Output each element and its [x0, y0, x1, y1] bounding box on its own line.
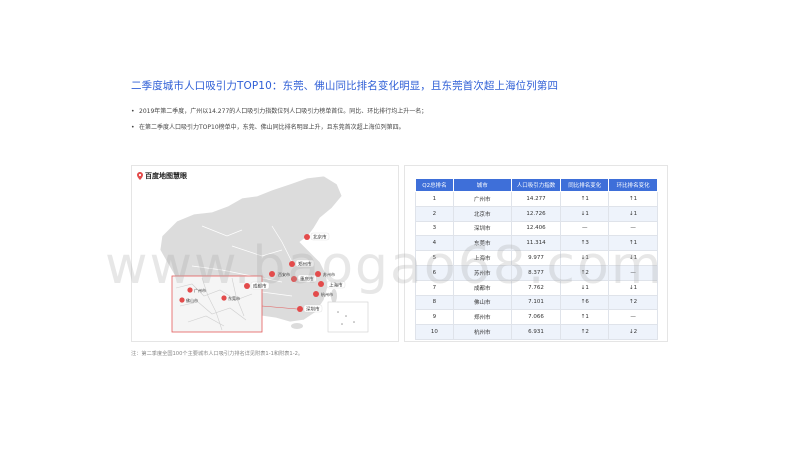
col-header: 人口吸引力指数 — [510, 178, 562, 192]
city-cell: 广州市 — [452, 191, 512, 207]
qoq-change-cell: ↓2 — [608, 324, 658, 340]
index-cell: 7.101 — [510, 294, 562, 311]
city-cell: 北京市 — [452, 205, 512, 222]
index-cell: 7.066 — [510, 309, 562, 326]
col-header: Q2总排名 — [415, 178, 454, 192]
footnote: 注：第二季度全国100个主要城市人口吸引力排名详见附表1-1和附表1-2。 — [131, 351, 304, 357]
qoq-change-cell: — — [608, 309, 658, 326]
baidu-map-logo: 百度地图慧眼 — [137, 171, 187, 181]
col-header: 同比排名变化 — [560, 178, 610, 192]
rank-cell: 9 — [415, 309, 454, 326]
rank-cell: 1 — [415, 191, 454, 207]
summary-bullets: 2019年第二季度，广州以14.277的人口吸引力指数位列人口吸引力榜单首位。同… — [131, 108, 691, 140]
yoy-change-cell: ↑1 — [560, 191, 610, 207]
watermark: www.baogao68.com — [105, 236, 664, 296]
yoy-change-cell: ↑2 — [560, 324, 610, 340]
yoy-change-cell: — — [560, 220, 610, 237]
col-header: 环比排名变化 — [608, 178, 658, 192]
table-row: 3 深圳市 12.406— — — [415, 220, 658, 237]
qoq-change-cell: ↓1 — [608, 205, 658, 222]
city-cell: 深圳市 — [452, 220, 512, 237]
index-cell: 14.277 — [510, 191, 562, 207]
rank-cell: 3 — [415, 220, 454, 237]
location-pin-icon — [137, 172, 143, 180]
page-title: 二季度城市人口吸引力TOP10：东莞、佛山同比排名变化明显，且东莞首次超上海位列… — [131, 80, 559, 92]
pin-shenzhen: 深圳市 — [297, 304, 323, 313]
bullet-item: 在第二季度人口吸引力TOP10榜单中，东莞、佛山同比排名明显上升，且东莞首次超上… — [131, 124, 691, 132]
table-row: 1 广州市 14.277 ↑1 ↑1 — [415, 191, 658, 207]
yoy-change-cell: ↑1 — [560, 309, 610, 326]
table-row: 2 北京市 12.726 ↓1 ↓1 — [415, 205, 658, 222]
yoy-change-cell: ↓1 — [560, 205, 610, 222]
col-header: 城市 — [452, 178, 512, 192]
table-row: 8 佛山市 7.101 ↑6 ↑2 — [415, 294, 658, 311]
map-label: 佛山市 — [186, 297, 198, 303]
map-logo-text: 百度地图慧眼 — [145, 172, 187, 180]
bullet-item: 2019年第二季度，广州以14.277的人口吸引力指数位列人口吸引力榜单首位。同… — [131, 108, 691, 116]
yoy-change-cell: ↑6 — [560, 294, 610, 311]
table-row: 9 郑州市 7.066 ↑1— — [415, 309, 658, 326]
qoq-change-cell: ↑2 — [608, 294, 658, 311]
map-label: 深圳市 — [306, 306, 320, 313]
table-row: 10 杭州市 6.931 ↑2 ↓2 — [415, 324, 658, 340]
index-cell: 12.406 — [510, 220, 562, 237]
rank-cell: 10 — [415, 324, 454, 340]
rank-cell: 8 — [415, 294, 454, 311]
city-cell: 杭州市 — [452, 324, 512, 340]
index-cell: 12.726 — [510, 205, 562, 222]
qoq-change-cell: — — [608, 220, 658, 237]
index-cell: 6.931 — [510, 324, 562, 340]
qoq-change-cell: ↑1 — [608, 191, 658, 207]
rank-cell: 2 — [415, 205, 454, 222]
city-cell: 郑州市 — [452, 309, 512, 326]
pin-foshan: 佛山市 — [179, 297, 198, 303]
table-header-row: Q2总排名 城市 人口吸引力指数 同比排名变化 环比排名变化 — [415, 178, 658, 192]
city-cell: 佛山市 — [452, 294, 512, 311]
